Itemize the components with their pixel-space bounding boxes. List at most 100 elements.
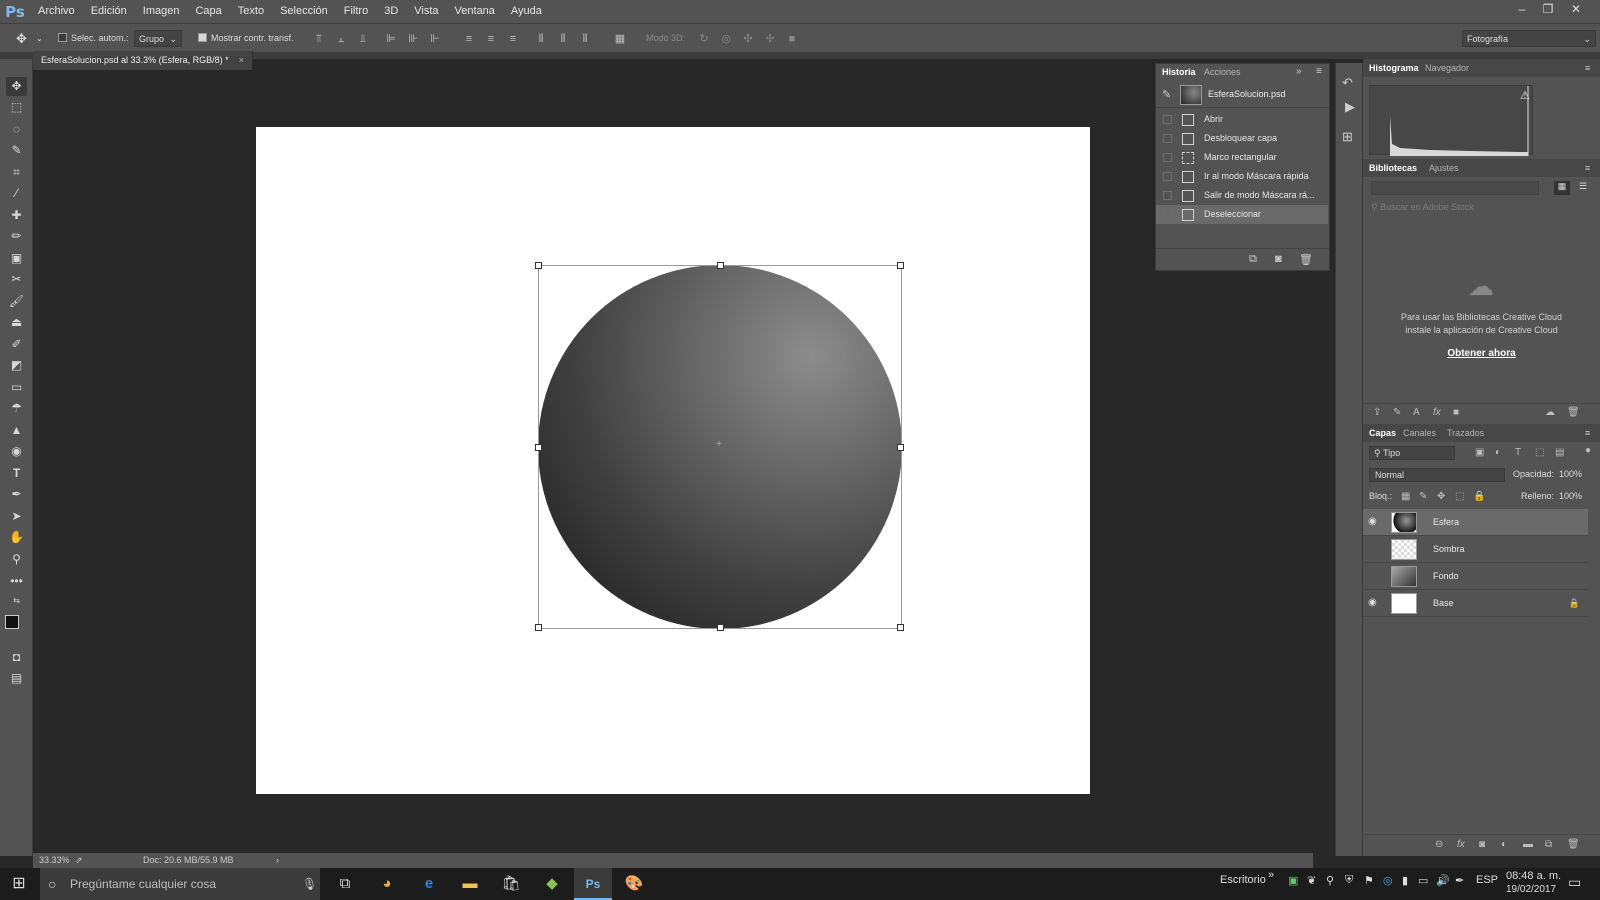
photoshop-taskbar-icon[interactable]: Ps bbox=[574, 868, 612, 900]
tab-bibliotecas[interactable]: Bibliotecas bbox=[1369, 159, 1417, 177]
history-panel-icon[interactable]: ↶ bbox=[1342, 75, 1353, 91]
clock-time[interactable]: 08:48 a. m. bbox=[1506, 870, 1561, 882]
layer-row-esfera[interactable]: ◉ Esfera bbox=[1363, 509, 1588, 536]
visibility-eye-icon[interactable]: ◉ bbox=[1368, 544, 1380, 554]
dodge-tool-icon[interactable]: ▲ bbox=[6, 421, 27, 440]
slide-3d-icon[interactable]: ✢ bbox=[764, 33, 776, 45]
tray-browser-icon[interactable]: ◎ bbox=[1383, 874, 1393, 887]
menu-vista[interactable]: Vista bbox=[406, 0, 446, 23]
gradient-tool-icon[interactable]: ▭ bbox=[6, 378, 27, 397]
grid-view-icon[interactable]: ▦ bbox=[1554, 181, 1570, 195]
align-vcenter-icon[interactable]: ⫠ bbox=[335, 33, 347, 45]
camera-snapshot-icon[interactable]: ◙ bbox=[1275, 253, 1282, 265]
visibility-eye-icon[interactable]: ◉ bbox=[1368, 517, 1380, 527]
lock-artboard-icon[interactable]: ⬚ bbox=[1455, 491, 1464, 502]
align-top-icon[interactable]: ⫪ bbox=[313, 33, 325, 45]
menu-seleccion[interactable]: Selección bbox=[272, 0, 336, 23]
panel-menu-icon[interactable]: ≡ bbox=[1585, 424, 1590, 442]
auto-align-icon[interactable]: ▦ bbox=[614, 33, 626, 45]
swap-colors-icon[interactable]: ⇆ bbox=[6, 591, 27, 610]
tray-shield-icon[interactable]: ⛨ bbox=[1345, 874, 1353, 887]
layer-name[interactable]: Sombra bbox=[1433, 536, 1465, 563]
task-view-icon[interactable]: ⧉ bbox=[326, 868, 364, 900]
history-source-checkbox[interactable] bbox=[1163, 153, 1172, 162]
panel-menu-icon[interactable]: ≡ bbox=[1316, 66, 1322, 77]
healing-tool-icon[interactable]: ✚ bbox=[6, 206, 27, 225]
align-right-icon[interactable]: ⊩ bbox=[429, 33, 441, 45]
pan-3d-icon[interactable]: ✣ bbox=[742, 33, 754, 45]
history-item[interactable]: Salir de modo Máscara rá... bbox=[1156, 186, 1328, 205]
show-transform-checkbox[interactable]: Mostrar contr. transf. bbox=[198, 30, 294, 47]
history-item[interactable]: Abrir bbox=[1156, 110, 1328, 129]
distribute-vcenter-icon[interactable]: ≡ bbox=[485, 33, 497, 45]
list-view-icon[interactable]: ☰ bbox=[1575, 181, 1591, 195]
move-tool-icon[interactable]: ✥ bbox=[16, 30, 27, 47]
library-select[interactable] bbox=[1371, 181, 1539, 195]
document-tab[interactable]: EsferaSolucion.psd al 33.3% (Esfera, RGB… bbox=[33, 51, 253, 70]
transform-handle[interactable] bbox=[535, 444, 542, 451]
visibility-eye-icon[interactable]: ◉ bbox=[1368, 598, 1380, 608]
windows-start-icon[interactable]: ⊞ bbox=[0, 868, 38, 900]
type-tool-icon[interactable]: T bbox=[6, 464, 27, 483]
volume-icon[interactable]: 🔊 bbox=[1436, 874, 1450, 887]
actions-play-icon[interactable]: ▶ bbox=[1345, 99, 1355, 115]
history-source-checkbox[interactable] bbox=[1163, 210, 1172, 219]
distribute-bottom-icon[interactable]: ≡ bbox=[507, 33, 519, 45]
action-center-icon[interactable]: ▭ bbox=[1568, 874, 1581, 891]
menu-ventana[interactable]: Ventana bbox=[447, 0, 503, 23]
tab-capas[interactable]: Capas bbox=[1369, 424, 1396, 442]
desktop-chevron[interactable]: » bbox=[1268, 869, 1274, 881]
tray-network-share-icon[interactable]: ⚲ bbox=[1326, 874, 1334, 887]
cortana-search-input[interactable]: ○ Pregúntame cualquier cosa 🎙 bbox=[40, 868, 320, 900]
transform-handle[interactable] bbox=[717, 624, 724, 631]
sponge-tool-icon[interactable]: ◉ bbox=[6, 442, 27, 461]
distribute-top-icon[interactable]: ≡ bbox=[463, 33, 475, 45]
stock-search-input[interactable]: ⚲ Buscar en Adobe Stock bbox=[1371, 202, 1591, 216]
move-tool-icon[interactable]: ✥ bbox=[6, 77, 27, 96]
language-indicator[interactable]: ESP bbox=[1476, 874, 1498, 886]
filter-toggle-icon[interactable]: ● bbox=[1585, 445, 1591, 456]
stamp-tool-icon[interactable]: ⏏ bbox=[6, 313, 27, 332]
distribute-hcenter-icon[interactable]: ⦀ bbox=[557, 33, 569, 45]
eyedropper-tool-icon[interactable]: ⁄ bbox=[6, 184, 27, 203]
cloud-sync-icon[interactable]: ☁ bbox=[1545, 407, 1555, 418]
marquee-tool-icon[interactable]: ⬚ bbox=[6, 98, 27, 117]
battery-icon[interactable]: ▮ bbox=[1402, 874, 1408, 887]
frame-tool-icon[interactable]: ▣ bbox=[6, 249, 27, 268]
visibility-eye-icon[interactable]: ◉ bbox=[1368, 571, 1380, 581]
pen-ink-icon[interactable]: ✒ bbox=[1455, 874, 1464, 887]
paint-icon[interactable]: 🎨 bbox=[615, 868, 653, 900]
more-tools-icon[interactable]: ••• bbox=[6, 572, 27, 591]
file-explorer-icon[interactable]: ▬ bbox=[451, 868, 489, 900]
lasso-tool-icon[interactable]: ◌ bbox=[6, 120, 27, 139]
distribute-left-icon[interactable]: ⦀ bbox=[535, 33, 547, 45]
tab-historia[interactable]: Historia bbox=[1156, 64, 1202, 81]
layer-name[interactable]: Fondo bbox=[1433, 563, 1459, 590]
zoom-level[interactable]: 33.33% bbox=[39, 853, 70, 868]
tab-acciones[interactable]: Acciones bbox=[1198, 64, 1247, 81]
layer-name[interactable]: Esfera bbox=[1433, 509, 1459, 536]
workspace-dropdown[interactable]: Fotografía ⌄ bbox=[1462, 30, 1596, 47]
transform-handle[interactable] bbox=[897, 262, 904, 269]
group-dropdown[interactable]: Grupo ⌄ bbox=[134, 30, 182, 47]
roll-3d-icon[interactable]: ◎ bbox=[720, 33, 732, 45]
transform-handle[interactable] bbox=[897, 444, 904, 451]
tab-ajustes[interactable]: Ajustes bbox=[1429, 159, 1459, 177]
layer-row-fondo[interactable]: ◉ Fondo bbox=[1363, 563, 1588, 590]
add-style-icon[interactable]: ✎ bbox=[1393, 407, 1401, 418]
store-icon[interactable]: 🛍 bbox=[492, 868, 530, 900]
transform-handle[interactable] bbox=[535, 624, 542, 631]
menu-imagen[interactable]: Imagen bbox=[135, 0, 188, 23]
transform-handle[interactable] bbox=[897, 624, 904, 631]
blur-tool-icon[interactable]: ☂ bbox=[6, 399, 27, 418]
restore-button[interactable]: ❐ bbox=[1536, 0, 1560, 20]
menu-3d[interactable]: 3D bbox=[376, 0, 406, 23]
tray-app-icon[interactable]: ▣ bbox=[1288, 874, 1298, 887]
filter-smart-object-icon[interactable]: ▤ bbox=[1555, 447, 1564, 458]
history-brush-source-icon[interactable]: ✎ bbox=[1162, 88, 1171, 101]
trash-icon[interactable]: 🗑 bbox=[1567, 839, 1580, 850]
pen-tool-icon[interactable]: ✒ bbox=[6, 485, 27, 504]
history-item[interactable]: Ir al modo Máscara rápida bbox=[1156, 167, 1328, 186]
hand-tool-icon[interactable]: ✋ bbox=[6, 528, 27, 547]
history-source-checkbox[interactable] bbox=[1163, 172, 1172, 181]
